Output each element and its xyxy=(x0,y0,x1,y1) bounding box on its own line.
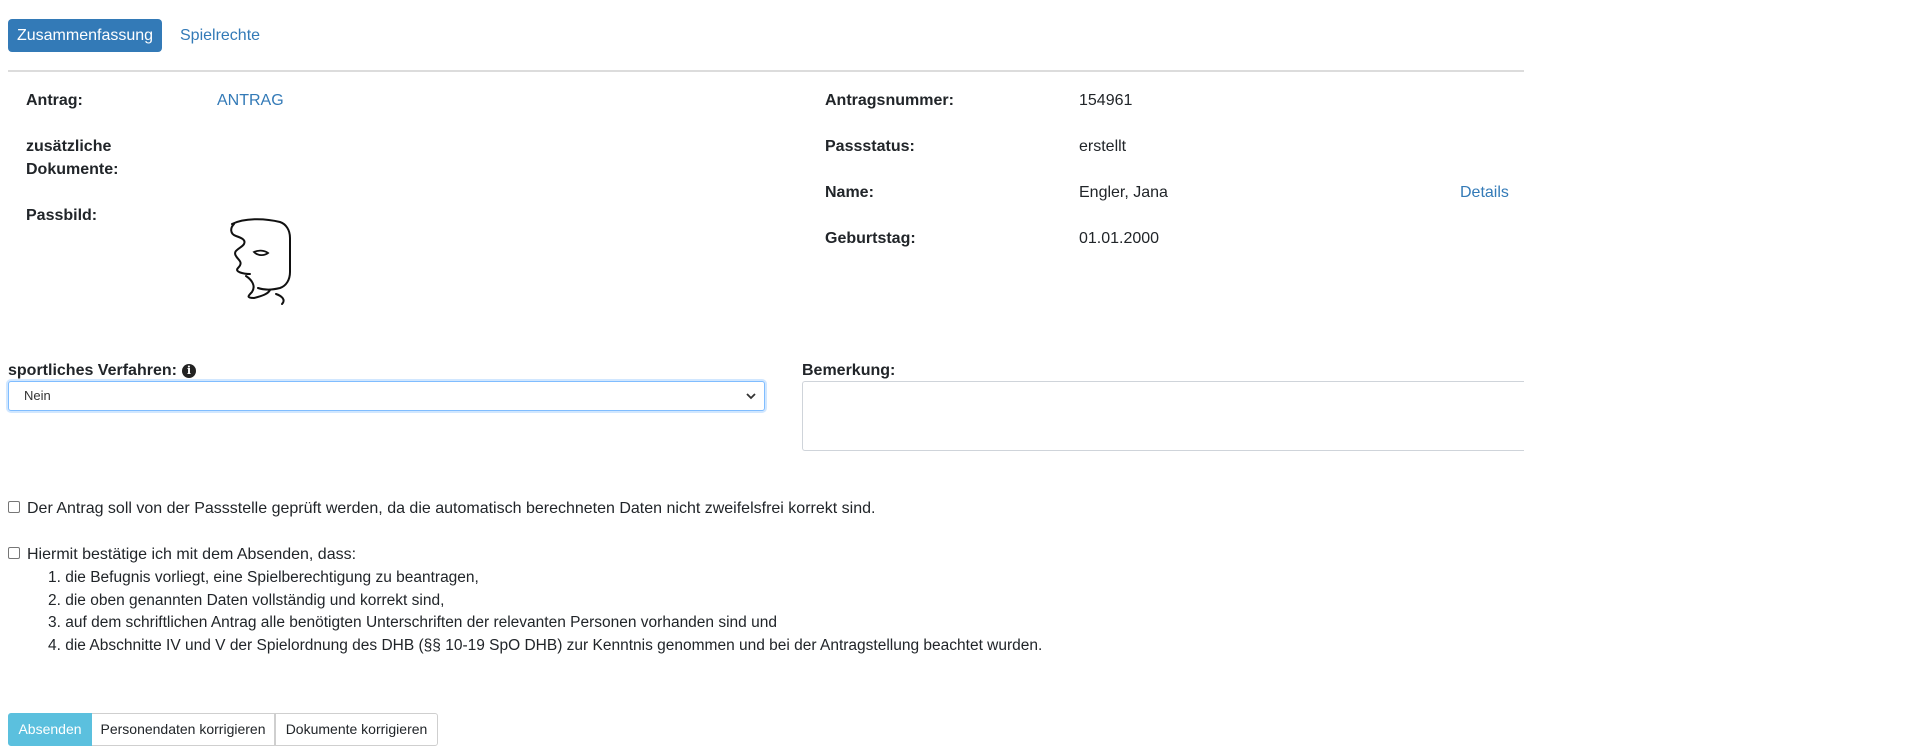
chevron-down-icon xyxy=(746,393,756,400)
info-icon[interactable]: i xyxy=(181,364,196,378)
pruefung-checkbox[interactable] xyxy=(8,501,20,513)
antrag-link[interactable]: ANTRAG xyxy=(217,92,284,110)
list-item: 3. auf dem schriftlichen Antrag alle ben… xyxy=(48,614,777,631)
list-item: 2. die oben genannten Daten vollständig … xyxy=(48,591,445,609)
bemerkung-textarea[interactable] xyxy=(802,381,1524,451)
zusatz-dokumente-label-line2: Dokumente: xyxy=(26,161,119,178)
tab-zusammenfassung[interactable]: Zusammenfassung xyxy=(8,19,162,52)
dokumente-korrigieren-button[interactable]: Dokumente korrigieren xyxy=(275,713,438,746)
passstatus-label: Passstatus: xyxy=(825,138,915,155)
details-link[interactable]: Details xyxy=(1460,184,1509,202)
verfahren-label-text: sportliches Verfahren: xyxy=(8,362,177,379)
geburtstag-value: 01.01.2000 xyxy=(1079,230,1160,247)
tab-spielrechte[interactable]: Spielrechte xyxy=(180,19,260,52)
antrag-label: Antrag: xyxy=(26,92,83,109)
bestaetigung-text: Hiermit bestätige ich mit dem Absenden, … xyxy=(27,546,357,563)
personendaten-korrigieren-button[interactable]: Personendaten korrigieren xyxy=(92,713,275,746)
absenden-button[interactable]: Absenden xyxy=(8,713,92,746)
bestaetigung-list: 1. die Befugnis vorliegt, eine Spielbere… xyxy=(28,567,1042,657)
verfahren-selected-value: Nein xyxy=(24,388,51,403)
geburtstag-label: Geburtstag: xyxy=(825,230,916,247)
passbild-image xyxy=(230,218,291,305)
list-item: 4. die Abschnitte IV und V der Spielordn… xyxy=(48,636,1043,654)
list-item: 1. die Befugnis vorliegt, eine Spielbere… xyxy=(48,569,479,586)
passstatus-value: erstellt xyxy=(1079,138,1127,155)
bestaetigung-checkbox[interactable] xyxy=(8,547,20,559)
passbild-label: Passbild: xyxy=(26,207,98,224)
antragsnummer-value: 154961 xyxy=(1079,92,1133,109)
pruefung-text: Der Antrag soll von der Passstelle geprü… xyxy=(27,500,876,517)
antragsnummer-label: Antragsnummer: xyxy=(825,92,954,109)
bemerkung-label: Bemerkung: xyxy=(802,362,896,379)
name-value: Engler, Jana xyxy=(1079,184,1168,201)
zusatz-dokumente-label-line1: zusätzliche xyxy=(26,138,112,155)
verfahren-label: sportliches Verfahren: i xyxy=(8,362,196,380)
verfahren-select[interactable]: Nein xyxy=(8,381,765,411)
name-label: Name: xyxy=(825,184,874,201)
tab-divider xyxy=(8,70,1524,72)
